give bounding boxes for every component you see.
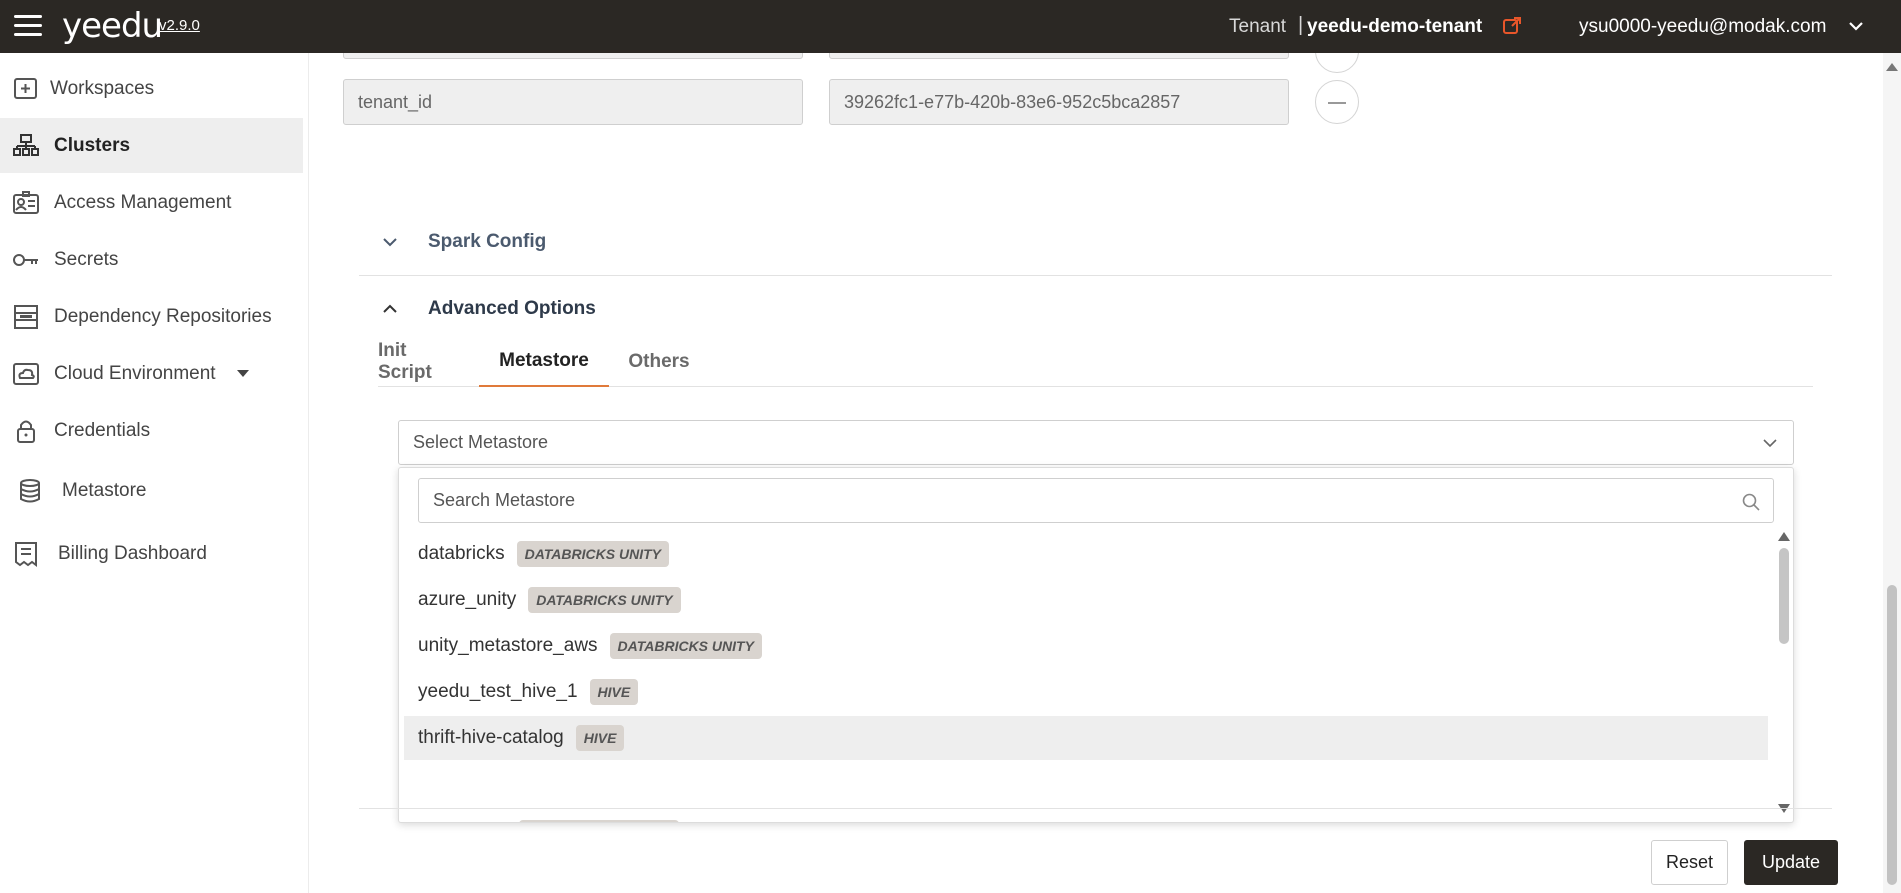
page-scrollbar-thumb[interactable] — [1887, 585, 1897, 885]
spark-config-section[interactable]: Spark Config — [359, 209, 1832, 275]
sidebar-item-label: Credentials — [54, 419, 151, 441]
label-key-field[interactable] — [343, 53, 803, 59]
remove-label-button[interactable] — [1315, 53, 1359, 73]
chevron-down-icon — [383, 238, 397, 247]
tab-metastore[interactable]: Metastore — [479, 337, 609, 387]
search-placeholder: Search Metastore — [433, 490, 576, 510]
sidebar-item-secrets[interactable]: Secrets — [0, 232, 303, 287]
label-value-field[interactable] — [829, 53, 1289, 59]
divider — [359, 808, 1832, 809]
receipt-icon — [15, 541, 37, 567]
sidebar-item-label: Cloud Environment — [54, 362, 216, 384]
dropdown-scrollbar[interactable] — [1779, 548, 1789, 644]
menu-icon[interactable] — [14, 15, 42, 37]
main-content: tenant_id 39262fc1-e77b-420b-83e6-952c5b… — [309, 53, 1883, 893]
sidebar-item-credentials[interactable]: Credentials — [0, 403, 303, 458]
metastore-type-badge: HIVE — [575, 725, 625, 751]
sidebar-item-metastore[interactable]: Metastore — [0, 463, 303, 518]
sidebar-item-label: Dependency Repositories — [54, 305, 272, 327]
workspace-icon — [14, 77, 37, 99]
sidebar: Workspaces Clusters Access Management Se… — [0, 53, 309, 893]
label-value-field[interactable]: 39262fc1-e77b-420b-83e6-952c5bca2857 — [829, 79, 1289, 125]
key-icon — [13, 253, 38, 266]
metastore-select-placeholder: Select Metastore — [413, 432, 549, 452]
sidebar-item-label: Secrets — [54, 248, 119, 270]
sidebar-item-label: Billing Dashboard — [58, 542, 207, 564]
metastore-type-badge: DATABRICKS UNITY — [516, 541, 669, 567]
tenant-label: Tenant — [1229, 16, 1287, 37]
sidebar-item-label: Workspaces — [50, 77, 155, 99]
cloud-icon — [13, 362, 39, 385]
metastore-option-partial — [519, 820, 679, 822]
scroll-up-icon[interactable] — [1886, 63, 1898, 71]
tab-init-script[interactable]: Init Script — [378, 337, 463, 387]
reset-button[interactable]: Reset — [1651, 840, 1728, 885]
page-scrollbar[interactable] — [1883, 53, 1901, 893]
chevron-up-icon — [383, 304, 397, 313]
sidebar-item-clusters[interactable]: Clusters — [0, 118, 303, 173]
metastore-option[interactable]: thrift-hive-catalog HIVE — [404, 716, 1768, 760]
cluster-icon — [13, 133, 39, 156]
chevron-down-icon — [1763, 439, 1777, 448]
repository-icon — [14, 304, 38, 329]
user-email[interactable]: ysu0000-yeedu@modak.com — [1579, 16, 1826, 38]
app-logo[interactable]: yeedu — [62, 6, 163, 46]
search-metastore-input[interactable]: Search Metastore — [418, 478, 1774, 523]
top-bar: yeedu v2.9.0 Tenant | yeedu-demo-tenant … — [0, 0, 1901, 53]
sidebar-item-workspaces[interactable]: Workspaces — [0, 61, 303, 116]
metastore-option[interactable]: databricks DATABRICKS UNITY — [404, 532, 1768, 576]
sidebar-item-dependency-repositories[interactable]: Dependency Repositories — [0, 289, 303, 344]
metastore-select[interactable]: Select Metastore — [398, 420, 1794, 465]
tenant-name[interactable]: yeedu-demo-tenant — [1307, 16, 1482, 38]
label-key-field[interactable]: tenant_id — [343, 79, 803, 125]
advanced-options-section[interactable]: Advanced Options — [359, 276, 1832, 342]
search-icon — [1742, 493, 1760, 511]
access-icon — [13, 190, 39, 214]
version-link[interactable]: v2.9.0 — [159, 17, 200, 34]
caret-down-icon[interactable] — [236, 369, 250, 379]
metastore-option[interactable]: unity_metastore_aws DATABRICKS UNITY — [404, 624, 1768, 668]
metastore-option[interactable]: azure_unity DATABRICKS UNITY — [404, 578, 1768, 622]
advanced-options-tabs: Init Script Metastore Others — [378, 337, 1813, 387]
tab-others[interactable]: Others — [628, 337, 690, 387]
section-title: Advanced Options — [428, 298, 596, 319]
metastore-dropdown: Search Metastore databricks DATABRICKS U… — [398, 467, 1794, 823]
tenant-separator: | — [1298, 14, 1304, 36]
section-title: Spark Config — [428, 231, 547, 252]
metastore-type-badge: DATABRICKS UNITY — [528, 587, 681, 613]
scroll-up-icon[interactable] — [1778, 532, 1790, 541]
sidebar-item-label: Metastore — [62, 479, 147, 501]
metastore-option[interactable]: yeedu_test_hive_1 HIVE — [404, 670, 1768, 714]
sidebar-item-cloud-environment[interactable]: Cloud Environment — [0, 346, 303, 401]
database-icon — [20, 478, 40, 502]
remove-label-button[interactable] — [1315, 80, 1359, 124]
sidebar-item-billing-dashboard[interactable]: Billing Dashboard — [0, 526, 303, 581]
chevron-down-icon[interactable] — [1848, 18, 1864, 34]
metastore-type-badge: HIVE — [589, 679, 639, 705]
external-link-icon[interactable] — [1502, 16, 1522, 36]
lock-icon — [17, 420, 35, 443]
update-button[interactable]: Update — [1744, 840, 1838, 885]
sidebar-item-access-management[interactable]: Access Management — [0, 175, 303, 230]
metastore-type-badge: DATABRICKS UNITY — [609, 633, 762, 659]
sidebar-item-label: Clusters — [54, 134, 131, 156]
sidebar-item-label: Access Management — [54, 191, 232, 213]
